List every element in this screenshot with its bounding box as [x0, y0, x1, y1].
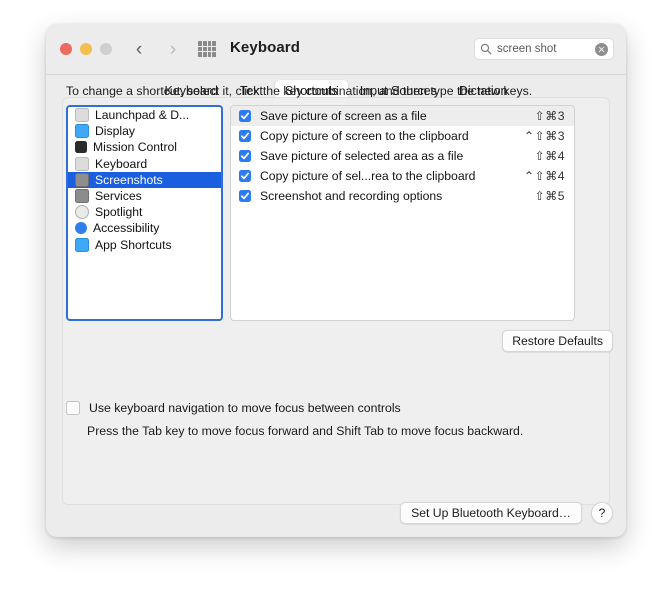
zoom-button	[100, 43, 112, 55]
keyboard-navigation-note: Press the Tab key to move focus forward …	[87, 424, 524, 438]
instruction-text: To change a shortcut, select it, click t…	[66, 84, 533, 98]
window-footer: Set Up Bluetooth Keyboard… ?	[400, 502, 613, 524]
checkbox-checked-icon[interactable]	[239, 110, 251, 122]
forward-arrow-icon: ›	[169, 38, 177, 60]
sidebar-item-services[interactable]: Services	[68, 188, 221, 204]
sidebar-item-mission-control[interactable]: Mission Control	[68, 139, 221, 155]
sidebar-item-label: Launchpad & D...	[95, 108, 190, 123]
traffic-light-group	[60, 43, 112, 55]
sidebar-item-label: App Shortcuts	[95, 237, 172, 252]
shortcut-keys[interactable]: ⇧⌘5	[535, 189, 565, 203]
search-input[interactable]	[497, 43, 595, 55]
shortcut-keys[interactable]: ⇧⌘4	[535, 149, 565, 163]
table-row[interactable]: Screenshot and recording options ⇧⌘5	[231, 186, 574, 206]
sidebar-item-keyboard[interactable]: Keyboard	[68, 156, 221, 172]
table-row[interactable]: Copy picture of screen to the clipboard …	[231, 126, 574, 146]
sidebar-item-label: Screenshots	[95, 172, 163, 187]
checkbox-checked-icon[interactable]	[239, 130, 251, 142]
shortcut-keys[interactable]: ⇧⌘3	[535, 109, 565, 123]
sidebar-item-label: Spotlight	[95, 205, 143, 220]
keyboard-icon	[75, 156, 89, 171]
keyboard-navigation-label: Use keyboard navigation to move focus be…	[89, 401, 401, 415]
search-icon	[480, 43, 492, 55]
keyboard-navigation-checkbox-row[interactable]: Use keyboard navigation to move focus be…	[66, 401, 401, 415]
shortcut-category-list[interactable]: Launchpad & D... Display Mission Control…	[66, 105, 223, 321]
minimize-button[interactable]	[80, 43, 92, 55]
page-title: Keyboard	[230, 39, 300, 56]
shortcut-keys[interactable]: ⌃⇧⌘4	[524, 169, 565, 183]
window-titlebar: ‹ › Keyboard	[46, 24, 626, 75]
shortcut-list[interactable]: Save picture of screen as a file ⇧⌘3 Cop…	[230, 105, 575, 321]
sidebar-item-display[interactable]: Display	[68, 123, 221, 139]
sidebar-item-spotlight[interactable]: Spotlight	[68, 204, 221, 220]
sidebar-item-app-shortcuts[interactable]: App Shortcuts	[68, 237, 221, 253]
shortcut-label: Copy picture of sel...rea to the clipboa…	[260, 169, 476, 183]
table-row[interactable]: Save picture of screen as a file ⇧⌘3	[231, 106, 574, 126]
sidebar-item-launchpad[interactable]: Launchpad & D...	[68, 107, 221, 123]
restore-defaults-button[interactable]: Restore Defaults	[502, 330, 613, 352]
grid-apps-icon[interactable]	[198, 41, 216, 57]
spotlight-icon	[75, 205, 89, 220]
shortcut-label: Save picture of screen as a file	[260, 109, 427, 123]
screenshots-icon	[75, 172, 89, 187]
mission-control-icon	[75, 141, 87, 154]
clear-icon[interactable]	[595, 42, 608, 56]
table-row[interactable]: Copy picture of sel...rea to the clipboa…	[231, 166, 574, 186]
app-shortcuts-icon	[75, 237, 89, 252]
display-icon	[75, 124, 89, 139]
checkbox-checked-icon[interactable]	[239, 150, 251, 162]
preferences-window: ‹ › Keyboard Keyboard Text Shortcuts Inp…	[46, 24, 626, 537]
set-up-bluetooth-keyboard-button[interactable]: Set Up Bluetooth Keyboard…	[400, 502, 582, 524]
shortcut-label: Save picture of selected area as a file	[260, 149, 464, 163]
close-button[interactable]	[60, 43, 72, 55]
sidebar-item-label: Mission Control	[93, 140, 177, 155]
help-button[interactable]: ?	[591, 502, 613, 524]
checkbox-checked-icon[interactable]	[239, 190, 251, 202]
sidebar-item-label: Keyboard	[95, 156, 148, 171]
navigation-arrows: ‹ ›	[128, 36, 184, 62]
sidebar-item-label: Services	[95, 189, 142, 204]
accessibility-icon	[75, 222, 87, 235]
search-field[interactable]	[474, 38, 614, 60]
shortcut-keys[interactable]: ⌃⇧⌘3	[524, 129, 565, 143]
sidebar-item-label: Display	[95, 124, 135, 139]
table-row[interactable]: Save picture of selected area as a file …	[231, 146, 574, 166]
checkbox-unchecked-icon[interactable]	[66, 401, 80, 415]
back-arrow-icon[interactable]: ‹	[128, 36, 150, 62]
shortcut-label: Screenshot and recording options	[260, 189, 443, 203]
checkbox-checked-icon[interactable]	[239, 170, 251, 182]
sidebar-item-accessibility[interactable]: Accessibility	[68, 220, 221, 236]
launchpad-icon	[75, 108, 89, 123]
sidebar-item-label: Accessibility	[93, 221, 160, 236]
services-icon	[75, 189, 89, 204]
shortcut-label: Copy picture of screen to the clipboard	[260, 129, 469, 143]
sidebar-item-screenshots[interactable]: Screenshots	[68, 171, 221, 188]
